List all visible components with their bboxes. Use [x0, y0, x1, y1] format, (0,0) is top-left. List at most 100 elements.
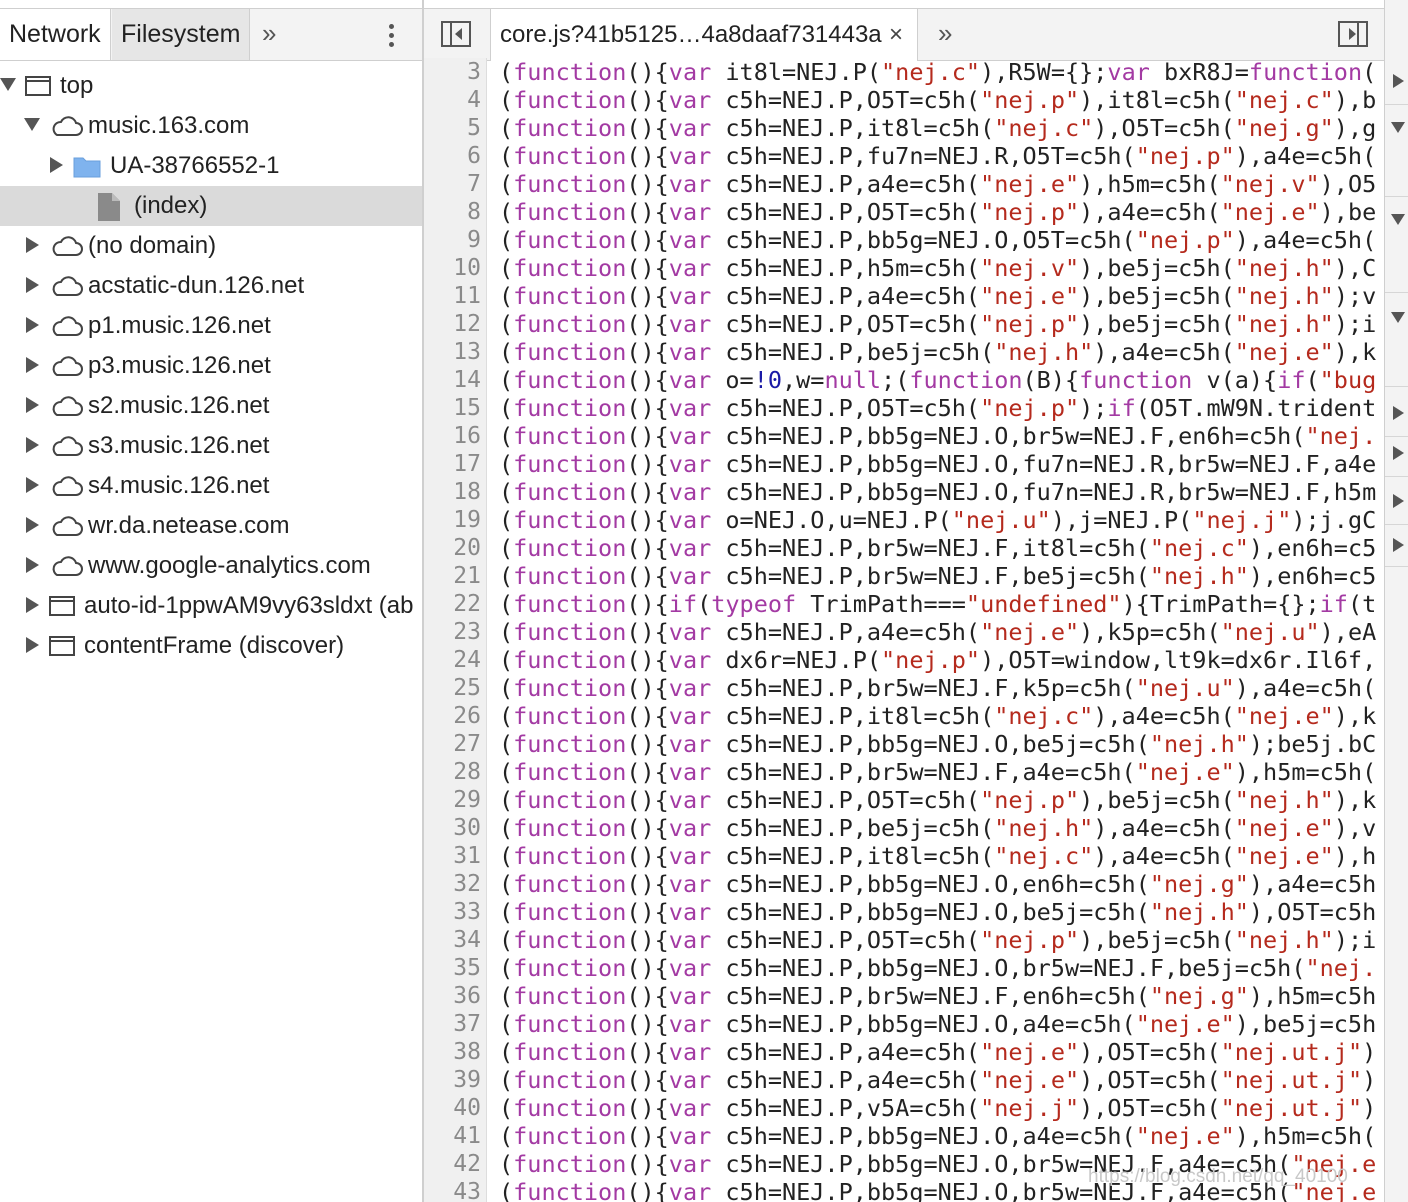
line-number[interactable]: 32: [424, 870, 481, 898]
line-number[interactable]: 5: [424, 114, 481, 142]
collapse-arrow-icon[interactable]: [1391, 214, 1405, 225]
line-number[interactable]: 34: [424, 926, 481, 954]
line-number[interactable]: 33: [424, 898, 481, 926]
tree-item[interactable]: UA-38766552-1: [0, 146, 422, 186]
code-area[interactable]: 3 4 5 6 7 8 9 10 11 12 13 14 15 16 17 18 19 20 21 22 23 24 25 2…: [424, 58, 1384, 1202]
more-tabs-chevron-icon[interactable]: »: [262, 9, 276, 60]
editor-file-tab[interactable]: core.js?41b5125…4a8daaf731443a ×: [490, 9, 918, 61]
line-number[interactable]: 17: [424, 450, 481, 478]
line-number[interactable]: 31: [424, 842, 481, 870]
tree-item[interactable]: (index): [0, 186, 422, 226]
line-number[interactable]: 9: [424, 226, 481, 254]
expand-arrow-icon[interactable]: [1393, 446, 1404, 460]
line-number[interactable]: 6: [424, 142, 481, 170]
tree-item[interactable]: top: [0, 66, 422, 106]
code-line: (function(){var o=!0,w=null;(function(B)…: [499, 366, 1377, 394]
collapsed-arrow-icon[interactable]: [26, 277, 39, 293]
code-line: (function(){var c5h=NEJ.P,a4e=c5h("nej.e…: [499, 1066, 1377, 1094]
expanded-arrow-icon[interactable]: [0, 78, 16, 91]
tree-item[interactable]: s3.music.126.net: [0, 426, 422, 466]
line-number[interactable]: 22: [424, 590, 481, 618]
expand-arrow-icon[interactable]: [1393, 538, 1404, 552]
tree-item[interactable]: s2.music.126.net: [0, 386, 422, 426]
line-number[interactable]: 12: [424, 310, 481, 338]
line-number[interactable]: 25: [424, 674, 481, 702]
line-number[interactable]: 19: [424, 506, 481, 534]
tree-item[interactable]: acstatic-dun.126.net: [0, 266, 422, 306]
collapsed-arrow-icon[interactable]: [50, 157, 63, 173]
tab-network[interactable]: Network: [0, 9, 111, 60]
close-icon[interactable]: ×: [889, 9, 903, 60]
tree-item[interactable]: wr.da.netease.com: [0, 506, 422, 546]
collapsed-arrow-icon[interactable]: [26, 477, 39, 493]
expand-arrow-icon[interactable]: [1393, 406, 1404, 420]
line-number[interactable]: 29: [424, 786, 481, 814]
expanded-arrow-icon[interactable]: [24, 118, 40, 131]
line-number[interactable]: 21: [424, 562, 481, 590]
toggle-navigator-icon[interactable]: [441, 21, 471, 47]
collapse-arrow-icon[interactable]: [1391, 122, 1405, 133]
line-number[interactable]: 13: [424, 338, 481, 366]
line-number[interactable]: 24: [424, 646, 481, 674]
collapsed-arrow-icon[interactable]: [26, 357, 39, 373]
code-line: (function(){var c5h=NEJ.P,br5w=NEJ.F,it8…: [499, 534, 1377, 562]
collapsed-arrow-icon[interactable]: [26, 397, 39, 413]
line-number[interactable]: 4: [424, 86, 481, 114]
line-number[interactable]: 14: [424, 366, 481, 394]
line-number[interactable]: 43: [424, 1178, 481, 1202]
line-number[interactable]: 39: [424, 1066, 481, 1094]
line-number[interactable]: 37: [424, 1010, 481, 1038]
line-number[interactable]: 3: [424, 58, 481, 86]
code-line: (function(){var c5h=NEJ.P,bb5g=NEJ.O,a4e…: [499, 1010, 1377, 1038]
collapsed-arrow-icon[interactable]: [26, 237, 39, 253]
code-line: (function(){var c5h=NEJ.P,a4e=c5h("nej.e…: [499, 618, 1377, 646]
line-number[interactable]: 35: [424, 954, 481, 982]
line-number[interactable]: 36: [424, 982, 481, 1010]
tree-item[interactable]: www.google-analytics.com: [0, 546, 422, 586]
toggle-debugger-icon[interactable]: [1338, 21, 1368, 47]
tab-filesystem[interactable]: Filesystem: [112, 9, 251, 60]
collapsed-arrow-icon[interactable]: [26, 557, 39, 573]
collapsed-arrow-icon[interactable]: [26, 637, 39, 653]
line-number[interactable]: 27: [424, 730, 481, 758]
tree-item[interactable]: contentFrame (discover): [0, 626, 422, 666]
tree-item[interactable]: auto-id-1ppwAM9vy63sldxt (ab: [0, 586, 422, 626]
more-tabs-chevron-icon[interactable]: »: [938, 9, 952, 58]
line-number[interactable]: 15: [424, 394, 481, 422]
tree-item[interactable]: p1.music.126.net: [0, 306, 422, 346]
collapsed-arrow-icon[interactable]: [26, 317, 39, 333]
kebab-menu-icon[interactable]: [383, 9, 399, 60]
line-number[interactable]: 38: [424, 1038, 481, 1066]
line-number[interactable]: 41: [424, 1122, 481, 1150]
code-line: (function(){var c5h=NEJ.P,O5T=c5h("nej.p…: [499, 310, 1377, 338]
tree-item-label: www.google-analytics.com: [88, 552, 371, 579]
line-number[interactable]: 26: [424, 702, 481, 730]
watermark: https://blog.csdn.net/qq_40100: [1088, 1166, 1348, 1187]
line-number[interactable]: 16: [424, 422, 481, 450]
code-line: (function(){var c5h=NEJ.P,br5w=NEJ.F,be5…: [499, 562, 1377, 590]
collapsed-arrow-icon[interactable]: [26, 437, 39, 453]
line-number[interactable]: 11: [424, 282, 481, 310]
line-number[interactable]: 23: [424, 618, 481, 646]
line-number[interactable]: 28: [424, 758, 481, 786]
collapse-arrow-icon[interactable]: [1391, 312, 1405, 323]
line-number[interactable]: 20: [424, 534, 481, 562]
expand-arrow-icon[interactable]: [1393, 494, 1404, 508]
line-number-gutter[interactable]: 3 4 5 6 7 8 9 10 11 12 13 14 15 16 17 18 19 20 21 22 23 24 25 2…: [424, 58, 487, 1202]
cloud-icon: [48, 552, 84, 585]
collapsed-arrow-icon[interactable]: [26, 597, 39, 613]
line-number[interactable]: 42: [424, 1150, 481, 1178]
line-number[interactable]: 8: [424, 198, 481, 226]
tree-item[interactable]: (no domain): [0, 226, 422, 266]
tree-item[interactable]: p3.music.126.net: [0, 346, 422, 386]
line-number[interactable]: 40: [424, 1094, 481, 1122]
collapsed-arrow-icon[interactable]: [26, 517, 39, 533]
tree-item[interactable]: s4.music.126.net: [0, 466, 422, 506]
line-number[interactable]: 10: [424, 254, 481, 282]
tree-item[interactable]: music.163.com: [0, 106, 422, 146]
line-number[interactable]: 30: [424, 814, 481, 842]
expand-arrow-icon[interactable]: [1393, 74, 1404, 88]
tree-item-label: (no domain): [88, 232, 217, 259]
line-number[interactable]: 7: [424, 170, 481, 198]
line-number[interactable]: 18: [424, 478, 481, 506]
